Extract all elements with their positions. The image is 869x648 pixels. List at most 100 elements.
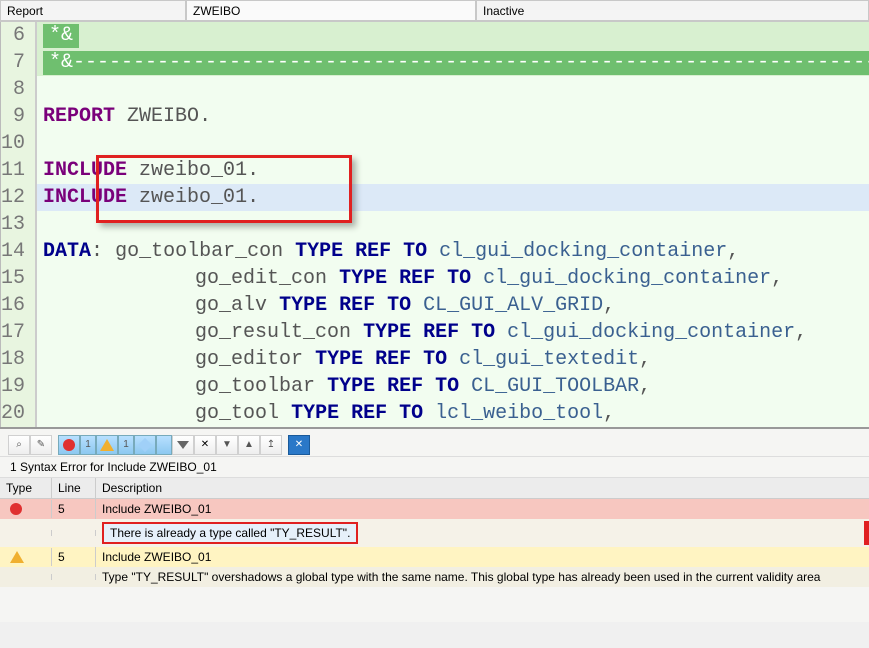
line-number: 18	[1, 346, 25, 373]
line-number: 15	[1, 265, 25, 292]
code-line[interactable]	[37, 130, 869, 157]
keyword-typeref: TYPE REF TO	[295, 240, 427, 263]
warn-line-no: 5	[52, 547, 96, 567]
keyword-include: INCLUDE	[43, 186, 127, 209]
goto-button[interactable]: ↥	[260, 435, 282, 455]
line-number: 6	[1, 22, 25, 49]
class-ref: CL_GUI_ALV_GRID	[423, 294, 603, 317]
error-count: 1	[80, 435, 96, 455]
line-number: 11	[1, 157, 25, 184]
code-line[interactable]: go_editor TYPE REF TO cl_gui_textedit,	[37, 346, 869, 373]
class-ref: cl_gui_textedit	[459, 348, 639, 371]
code-line[interactable]	[37, 211, 869, 238]
line-number-gutter: 67891011121314151617181920	[1, 22, 36, 427]
keyword-typeref: TYPE REF TO	[291, 402, 423, 425]
class-ref: cl_gui_docking_container	[439, 240, 727, 263]
line-number: 14	[1, 238, 25, 265]
error-message-row[interactable]: There is already a type called "TY_RESUL…	[0, 519, 869, 547]
code-body[interactable]: *& *&------------------------------------…	[37, 22, 869, 427]
info-count-spacer	[156, 435, 172, 455]
line-number: 20	[1, 400, 25, 427]
line-number: 19	[1, 373, 25, 400]
warning-message-text: Type "TY_RESULT" overshadows a global ty…	[96, 567, 869, 587]
comment-text: *&	[43, 24, 79, 48]
error-marker	[0, 500, 52, 518]
code-line[interactable]: DATA: go_toolbar_con TYPE REF TO cl_gui_…	[37, 238, 869, 265]
code-line[interactable]: INCLUDE zweibo_01.	[37, 157, 869, 184]
filter-button[interactable]	[172, 435, 194, 455]
line-number: 17	[1, 319, 25, 346]
edit-button[interactable]: ✎	[30, 435, 52, 455]
class-ref: cl_gui_docking_container	[483, 267, 771, 290]
keyword-include: INCLUDE	[43, 159, 127, 182]
warn-marker	[0, 548, 52, 566]
line-number: 10	[1, 130, 25, 157]
identifier: go_edit_con	[195, 267, 327, 290]
error-group-header[interactable]: 5Include ZWEIBO_01	[0, 499, 869, 519]
next-up-button[interactable]: ▲	[238, 435, 260, 455]
info-icon	[138, 437, 152, 451]
code-line[interactable]: go_tool TYPE REF TO lcl_weibo_tool,	[37, 400, 869, 427]
close-button[interactable]: ✕	[288, 435, 310, 455]
code-line[interactable]	[37, 76, 869, 103]
problems-grid-header: Type Line Description	[0, 478, 869, 499]
code-line[interactable]: INCLUDE zweibo_01.	[37, 184, 869, 211]
code-line[interactable]: go_alv TYPE REF TO CL_GUI_ALV_GRID,	[37, 292, 869, 319]
code-line[interactable]: *&	[37, 22, 869, 49]
identifier: go_result_con	[195, 321, 351, 344]
warn-group-desc: Include ZWEIBO_01	[96, 547, 869, 567]
warning-group-header[interactable]: 5Include ZWEIBO_01	[0, 547, 869, 567]
keyword-typeref: TYPE REF TO	[363, 321, 495, 344]
error-group-desc: Include ZWEIBO_01	[96, 499, 869, 519]
keyword-typeref: TYPE REF TO	[339, 267, 471, 290]
info-filter-button[interactable]	[134, 435, 156, 455]
identifier: go_tool	[195, 402, 279, 425]
code-line[interactable]: REPORT ZWEIBO.	[37, 103, 869, 130]
status-label: Inactive	[476, 0, 869, 21]
code-line[interactable]: go_result_con TYPE REF TO cl_gui_docking…	[37, 319, 869, 346]
error-message-text: There is already a type called "TY_RESUL…	[102, 522, 358, 544]
identifier: go_editor	[195, 348, 303, 371]
col-desc-header[interactable]: Description	[96, 478, 869, 498]
line-number: 7	[1, 49, 25, 76]
col-type-header[interactable]: Type	[0, 478, 52, 498]
problems-toolbar: ⌕ ✎ 1 1 ✕ ▼ ▲ ↥ ✕	[0, 433, 869, 457]
warn-count: 1	[118, 435, 134, 455]
code-editor[interactable]: 67891011121314151617181920 *&*&---------…	[0, 22, 869, 427]
identifier: zweibo_01	[139, 159, 247, 182]
object-name-field[interactable]: ZWEIBO	[186, 0, 476, 21]
comment-text: *&--------------------------------------…	[43, 51, 869, 75]
identifier: go_alv	[195, 294, 267, 317]
identifier: zweibo_01	[139, 186, 247, 209]
problems-panel: ⌕ ✎ 1 1 ✕ ▼ ▲ ↥ ✕ 1 Syntax Error for Inc…	[0, 427, 869, 622]
code-line[interactable]: *&--------------------------------------…	[37, 49, 869, 76]
keyword-typeref: TYPE REF TO	[279, 294, 411, 317]
keyword-typeref: TYPE REF TO	[327, 375, 459, 398]
warning-message-row[interactable]: Type "TY_RESULT" overshadows a global ty…	[0, 567, 869, 587]
warning-icon	[100, 439, 114, 451]
line-number: 12	[1, 184, 25, 211]
keyword-typeref: TYPE REF TO	[315, 348, 447, 371]
col-line-header[interactable]: Line	[52, 478, 96, 498]
identifier: go_toolbar_con	[115, 240, 283, 263]
clear-filter-button[interactable]: ✕	[194, 435, 216, 455]
line-number: 9	[1, 103, 25, 130]
next-down-button[interactable]: ▼	[216, 435, 238, 455]
header-bar: Report ZWEIBO Inactive	[0, 0, 869, 22]
error-icon	[10, 503, 22, 515]
error-icon	[63, 439, 75, 451]
warning-icon	[10, 551, 24, 563]
code-line[interactable]: go_edit_con TYPE REF TO cl_gui_docking_c…	[37, 265, 869, 292]
problems-summary: 1 Syntax Error for Include ZWEIBO_01	[0, 457, 869, 478]
identifier: go_toolbar	[195, 375, 315, 398]
error-line-no: 5	[52, 499, 96, 519]
find-button[interactable]: ⌕	[8, 435, 30, 455]
line-number: 16	[1, 292, 25, 319]
code-line[interactable]: go_toolbar TYPE REF TO CL_GUI_TOOLBAR,	[37, 373, 869, 400]
keyword-report: REPORT	[43, 105, 115, 128]
error-filter-button[interactable]	[58, 435, 80, 455]
warn-filter-button[interactable]	[96, 435, 118, 455]
problems-grid-body: 5Include ZWEIBO_01There is already a typ…	[0, 499, 869, 587]
keyword-data: DATA	[43, 240, 91, 263]
line-number: 13	[1, 211, 25, 238]
